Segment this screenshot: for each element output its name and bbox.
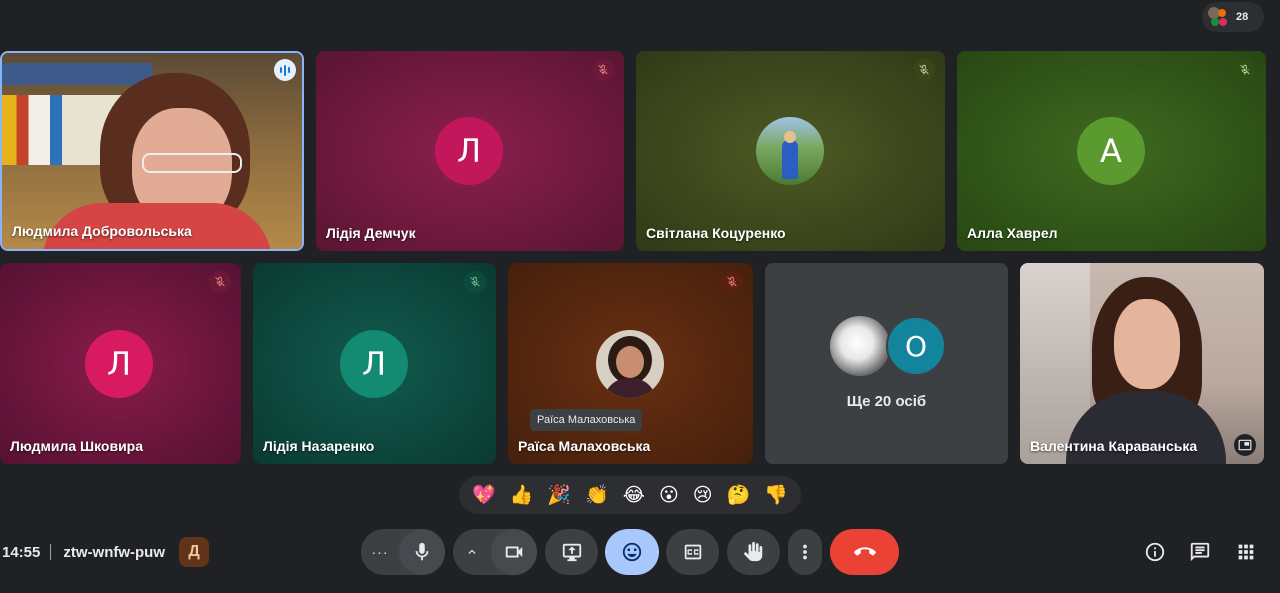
avatar-photo [596, 330, 664, 398]
video-options-button[interactable] [453, 529, 491, 575]
person-face [1114, 299, 1180, 389]
participant-name: Лідія Назаренко [263, 438, 375, 454]
participant-tile-alla-kh[interactable]: А Алла Хаврел [957, 51, 1266, 251]
glasses-icon [142, 153, 242, 173]
reaction-crying[interactable]: 😢 [693, 486, 713, 505]
reaction-thinking[interactable]: 🤔 [727, 486, 751, 505]
more-dots-icon: ··· [371, 544, 389, 560]
leave-call-button[interactable] [830, 529, 899, 575]
participants-chip[interactable]: 28 [1202, 2, 1264, 32]
reaction-clapping[interactable]: 👏 [585, 486, 609, 505]
meeting-details-button[interactable] [1142, 539, 1168, 565]
avatar-initial: А [1077, 117, 1145, 185]
reaction-sparkling-heart[interactable]: 💖 [472, 486, 496, 505]
more-vert-icon [803, 544, 807, 560]
participant-name: Алла Хаврел [967, 225, 1058, 241]
meeting-info: 14:55 ztw-wnfw-puw Д [2, 537, 210, 567]
person-figure [782, 139, 798, 179]
present-button[interactable] [545, 529, 598, 575]
avatar-initial: О [886, 316, 946, 376]
reaction-surprised[interactable]: 😮 [659, 486, 679, 505]
avatar-initial: Л [435, 117, 503, 185]
mic-off-icon [721, 271, 743, 293]
hand-icon [743, 541, 762, 562]
name-tooltip: Раїса Малаховська [530, 409, 643, 431]
participant-avatars-icon [1208, 7, 1228, 27]
participant-tile-raisa-m[interactable]: Раїса Малаховська [508, 263, 753, 464]
others-tile[interactable]: О Ще 20 осіб [765, 263, 1008, 464]
more-options-button[interactable] [788, 529, 822, 575]
activity-badge[interactable]: Д [179, 537, 210, 567]
chat-button[interactable] [1187, 539, 1213, 565]
person-head [784, 131, 796, 143]
reactions-button[interactable] [605, 529, 659, 575]
person-face [616, 346, 644, 378]
smiley-icon [622, 542, 642, 562]
participant-tile-lidiya-d[interactable]: Л Лідія Демчук [316, 51, 624, 251]
apps-grid-icon [1238, 544, 1254, 560]
participant-name: Валентина Караванська [1030, 438, 1198, 454]
participant-name: Лідія Демчук [326, 225, 416, 241]
raise-hand-button[interactable] [727, 529, 780, 575]
mic-icon [415, 542, 429, 561]
participant-tile-svitlana-k[interactable]: Світлана Коцуренко [636, 51, 945, 251]
reaction-thumbs-down[interactable]: 👎 [764, 486, 788, 505]
participant-name: Світлана Коцуренко [646, 225, 786, 241]
chevron-up-icon [468, 549, 476, 554]
reaction-party-popper[interactable]: 🎉 [547, 486, 571, 505]
participant-tile-ludmyla-sh[interactable]: Л Людмила Шковира [0, 263, 241, 464]
participant-tile-ludmyla-d[interactable]: Людмила Добровольська [0, 51, 304, 251]
captions-icon [684, 544, 701, 560]
present-screen-icon [562, 543, 581, 562]
participant-name: Людмила Шковира [10, 438, 144, 454]
reactions-bar: 💖 👍 🎉 👏 😂 😮 😢 🤔 👎 [459, 476, 801, 514]
audio-options-button[interactable]: ··· [361, 529, 399, 575]
others-count-label: Ще 20 осіб [846, 393, 927, 410]
hang-up-icon [853, 547, 876, 556]
avatar-photo [756, 117, 824, 185]
reaction-thumbs-up[interactable]: 👍 [510, 486, 534, 505]
info-icon [1145, 542, 1165, 562]
mic-off-icon [913, 59, 935, 81]
chat-icon [1190, 542, 1210, 562]
current-time: 14:55 [2, 543, 41, 561]
pip-icon[interactable] [1234, 434, 1256, 456]
avatar-initial: Л [340, 330, 408, 398]
participant-tile-lidiya-n[interactable]: Л Лідія Назаренко [253, 263, 496, 464]
divider [50, 544, 52, 560]
mic-button[interactable] [399, 529, 445, 575]
bookshelf [2, 63, 152, 85]
mic-off-icon [1234, 59, 1256, 81]
captions-button[interactable] [666, 529, 719, 575]
person-body [604, 378, 656, 398]
participant-tile-valentyna-k[interactable]: Валентина Караванська [1020, 263, 1264, 464]
video-control-group [453, 529, 537, 575]
avatar-initial: Л [85, 330, 153, 398]
participant-count: 28 [1236, 11, 1249, 23]
mic-off-icon [592, 59, 614, 81]
camera-button[interactable] [491, 529, 537, 575]
speaking-indicator-icon [274, 59, 296, 81]
mic-off-icon [464, 271, 486, 293]
mic-off-icon [209, 271, 231, 293]
participant-name: Людмила Добровольська [12, 223, 192, 239]
reaction-laughing[interactable]: 😂 [623, 486, 645, 505]
activities-button[interactable] [1233, 539, 1259, 565]
participant-name: Раїса Малаховська [518, 438, 651, 454]
avatar-photo [830, 316, 890, 376]
audio-control-group: ··· [361, 529, 445, 575]
side-panel-buttons [1140, 539, 1280, 567]
meeting-code[interactable]: ztw-wnfw-puw [63, 544, 165, 561]
camera-icon [505, 546, 523, 558]
